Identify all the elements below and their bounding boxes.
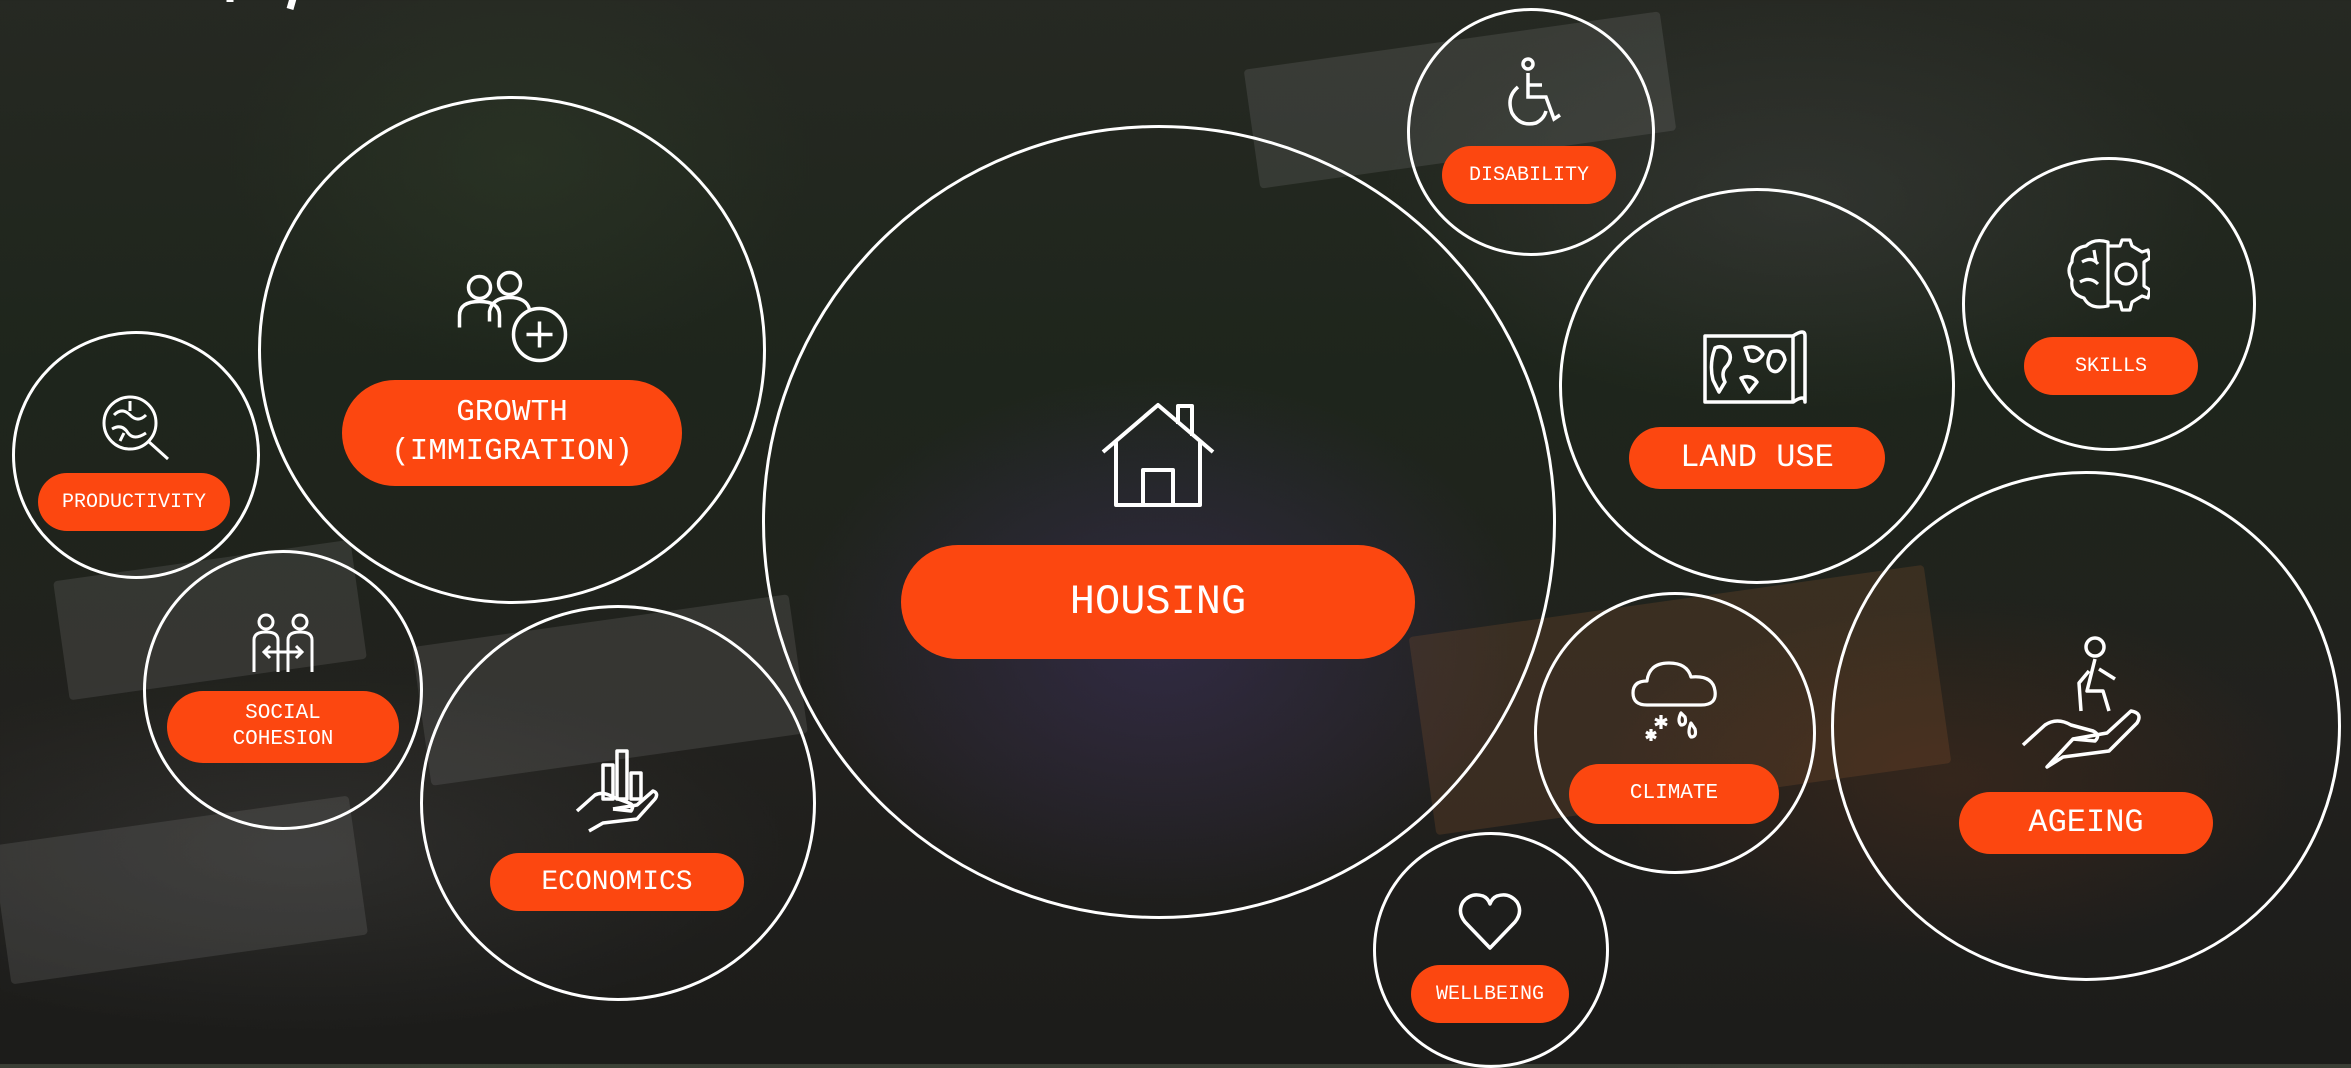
topic-bubble-social-cohesion — [143, 550, 423, 830]
people-add-icon — [455, 270, 570, 365]
cloud-weather-icon — [1629, 657, 1721, 743]
map-icon — [1701, 320, 1809, 406]
topic-label-growth[interactable]: GROWTH (IMMIGRATION) — [342, 380, 682, 486]
people-exchange-icon — [250, 612, 316, 678]
heart-icon — [1457, 892, 1523, 952]
topic-label-productivity[interactable]: PRODUCTIVITY — [38, 473, 230, 531]
topic-label-skills[interactable]: SKILLS — [2024, 337, 2198, 395]
topic-label-social-cohesion[interactable]: SOCIAL COHESION — [167, 691, 399, 763]
topic-label-land-use[interactable]: LAND USE — [1629, 427, 1885, 489]
hand-person-icon — [2019, 635, 2149, 769]
topic-label-economics[interactable]: ECONOMICS — [490, 853, 744, 911]
brain-gear-icon — [2066, 238, 2150, 312]
topic-label-wellbeing[interactable]: WELLBEING — [1411, 965, 1569, 1023]
hand-chart-icon — [573, 747, 659, 833]
topic-bubble-housing — [762, 125, 1556, 919]
topic-label-housing[interactable]: HOUSING — [901, 545, 1415, 659]
topic-label-ageing[interactable]: AGEING — [1959, 792, 2213, 854]
topic-bubble-disability — [1407, 8, 1655, 256]
topic-label-climate[interactable]: CLIMATE — [1569, 764, 1779, 824]
cropped-title-fragment — [120, 0, 340, 14]
topic-label-disability[interactable]: DISABILITY — [1442, 146, 1616, 204]
house-icon — [1098, 400, 1218, 510]
wheelchair-icon — [1504, 57, 1562, 129]
brain-search-icon — [100, 393, 172, 463]
